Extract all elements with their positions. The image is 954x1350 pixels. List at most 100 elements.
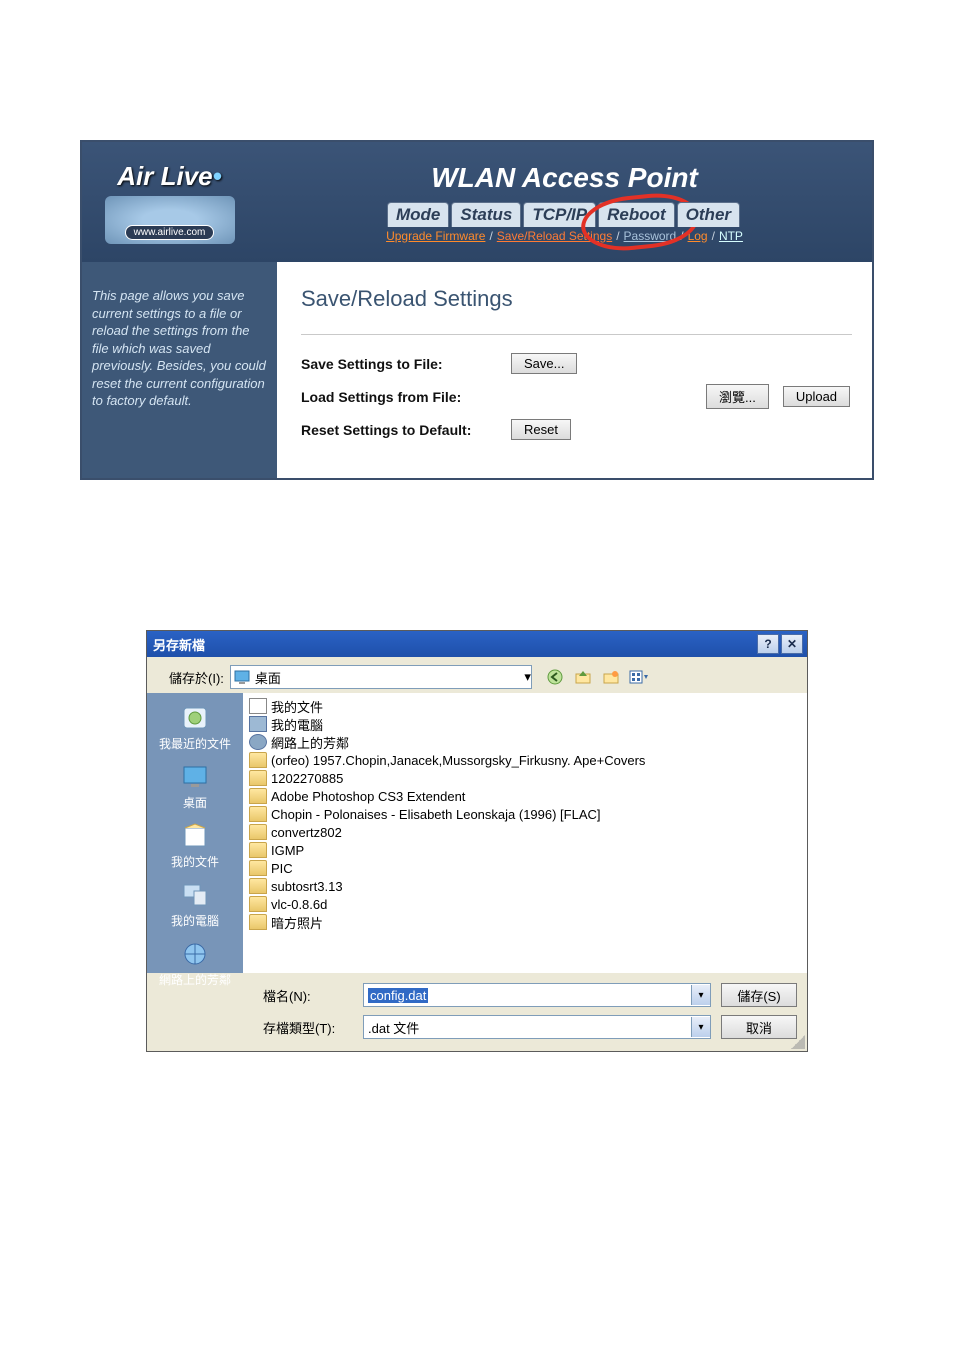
list-item[interactable]: (orfeo) 1957.Chopin,Janacek,Mussorgsky_F…: [249, 751, 801, 769]
subtab-password[interactable]: Password: [624, 229, 677, 243]
subtab-save-reload[interactable]: Save/Reload Settings: [497, 229, 612, 243]
titlebar-help-button[interactable]: ?: [757, 634, 779, 654]
folder-icon: [249, 788, 267, 804]
tab-tcpip[interactable]: TCP/IP: [523, 202, 596, 227]
filetype-value: .dat 文件: [364, 1018, 419, 1037]
resize-grip[interactable]: [791, 1035, 805, 1049]
desktop-icon: [233, 668, 251, 686]
brand-url: www.airlive.com: [125, 225, 215, 240]
tab-status[interactable]: Status: [451, 202, 521, 227]
file-label: convertz802: [271, 825, 342, 840]
filetype-label: 存檔類型(T):: [263, 1018, 353, 1037]
sub-tabs: Upgrade Firmware / Save/Reload Settings …: [386, 229, 743, 243]
file-label: subtosrt3.13: [271, 879, 343, 894]
places-sidebar: 我最近的文件 桌面 我的文件 我的電腦 網路上的芳鄰: [147, 693, 243, 973]
list-item[interactable]: Chopin - Polonaises - Elisabeth Leonskaj…: [249, 805, 801, 823]
filename-value[interactable]: config.dat: [368, 988, 428, 1003]
file-label: 網路上的芳鄰: [271, 733, 349, 752]
file-label: 暗方照片: [271, 913, 323, 932]
list-item[interactable]: 1202270885: [249, 769, 801, 787]
section-heading: Save/Reload Settings: [301, 286, 852, 312]
subtab-ntp[interactable]: NTP: [719, 229, 743, 243]
dialog-title: 另存新檔: [153, 635, 205, 654]
panel-body: This page allows you save current settin…: [82, 262, 872, 478]
sidebar-item-label: 我最近的文件: [159, 735, 231, 752]
sidebar-help: This page allows you save current settin…: [82, 262, 277, 478]
tab-mode[interactable]: Mode: [387, 202, 449, 227]
main-tabs: Mode Status TCP/IP Reboot Other: [387, 202, 742, 227]
save-in-value: 桌面: [253, 668, 524, 687]
back-icon[interactable]: [544, 666, 566, 688]
filename-label: 檔名(N):: [263, 986, 353, 1005]
upload-button[interactable]: Upload: [783, 386, 850, 407]
row-save: Save Settings to File: Save...: [301, 353, 852, 374]
file-label: 我的文件: [271, 697, 323, 716]
file-label: vlc-0.8.6d: [271, 897, 327, 912]
up-one-level-icon[interactable]: [572, 666, 594, 688]
dialog-titlebar[interactable]: 另存新檔 ? ✕: [147, 631, 807, 657]
tab-reboot[interactable]: Reboot: [598, 202, 675, 227]
browse-button[interactable]: 瀏覽...: [706, 384, 769, 409]
filetype-select[interactable]: .dat 文件 ▾: [363, 1015, 711, 1039]
folder-icon: [249, 770, 267, 786]
brand-image: www.airlive.com: [105, 196, 235, 244]
page-title: WLAN Access Point: [431, 162, 698, 194]
dialog-body: 我最近的文件 桌面 我的文件 我的電腦 網路上的芳鄰 我的文件 我的電腦 網路上: [147, 693, 807, 973]
subtab-upgrade-firmware[interactable]: Upgrade Firmware: [386, 229, 485, 243]
save-in-combo[interactable]: 桌面 ▾: [230, 665, 532, 689]
logo-area: Air Live• www.airlive.com: [82, 142, 257, 262]
new-folder-icon[interactable]: [600, 666, 622, 688]
network-places-icon: [249, 734, 267, 750]
save-in-label: 儲存於(I):: [169, 668, 224, 687]
reset-button[interactable]: Reset: [511, 419, 571, 440]
sidebar-recent[interactable]: 我最近的文件: [147, 699, 243, 756]
list-item[interactable]: 我的電腦: [249, 715, 801, 733]
recent-documents-icon: [178, 703, 212, 733]
tab-other[interactable]: Other: [677, 202, 740, 227]
network-places-icon: [178, 939, 212, 969]
sidebar-desktop[interactable]: 桌面: [147, 758, 243, 815]
folder-icon: [249, 752, 267, 768]
dialog-bottom: 檔名(N): config.dat ▾ 儲存(S) 存檔類型(T): .dat …: [147, 973, 807, 1051]
cancel-button[interactable]: 取消: [721, 1015, 797, 1039]
save-button[interactable]: 儲存(S): [721, 983, 797, 1007]
subtab-log[interactable]: Log: [688, 229, 708, 243]
sidebar-item-label: 桌面: [183, 794, 207, 811]
my-computer-icon: [249, 716, 267, 732]
file-label: IGMP: [271, 843, 304, 858]
sidebar-mydocuments[interactable]: 我的文件: [147, 817, 243, 874]
header-right: WLAN Access Point Mode Status TCP/IP Reb…: [257, 142, 872, 262]
folder-icon: [249, 860, 267, 876]
folder-icon: [249, 878, 267, 894]
filename-input[interactable]: config.dat ▾: [363, 983, 711, 1007]
combo-drop-icon[interactable]: ▾: [524, 669, 531, 685]
save-to-file-label: Save Settings to File:: [301, 356, 511, 372]
list-item[interactable]: PIC: [249, 859, 801, 877]
folder-icon: [249, 896, 267, 912]
list-item[interactable]: vlc-0.8.6d: [249, 895, 801, 913]
save-in-row: 儲存於(I): 桌面 ▾: [147, 657, 807, 693]
titlebar-close-button[interactable]: ✕: [781, 634, 803, 654]
folder-icon: [249, 914, 267, 930]
load-from-file-label: Load Settings from File:: [301, 389, 511, 405]
list-item[interactable]: Adobe Photoshop CS3 Extendent: [249, 787, 801, 805]
list-item[interactable]: IGMP: [249, 841, 801, 859]
filetype-drop-icon[interactable]: ▾: [691, 1017, 710, 1037]
list-item[interactable]: convertz802: [249, 823, 801, 841]
list-item[interactable]: 網路上的芳鄰: [249, 733, 801, 751]
row-reset: Reset Settings to Default: Reset: [301, 419, 852, 440]
save-button[interactable]: Save...: [511, 353, 577, 374]
list-item[interactable]: 我的文件: [249, 697, 801, 715]
row-load: Load Settings from File: 瀏覽... Upload: [301, 384, 852, 409]
file-label: Adobe Photoshop CS3 Extendent: [271, 789, 465, 804]
file-list[interactable]: 我的文件 我的電腦 網路上的芳鄰 (orfeo) 1957.Chopin,Jan…: [243, 693, 807, 973]
list-item[interactable]: subtosrt3.13: [249, 877, 801, 895]
panel-header: Air Live• www.airlive.com WLAN Access Po…: [82, 142, 872, 262]
list-item[interactable]: 暗方照片: [249, 913, 801, 931]
save-file-dialog: 另存新檔 ? ✕ 儲存於(I): 桌面 ▾ 我最近的文件: [146, 630, 808, 1052]
filename-drop-icon[interactable]: ▾: [691, 985, 710, 1005]
sidebar-mycomputer[interactable]: 我的電腦: [147, 876, 243, 933]
views-icon[interactable]: [628, 666, 650, 688]
my-documents-icon: [249, 698, 267, 714]
sidebar-item-label: 我的電腦: [171, 912, 219, 929]
